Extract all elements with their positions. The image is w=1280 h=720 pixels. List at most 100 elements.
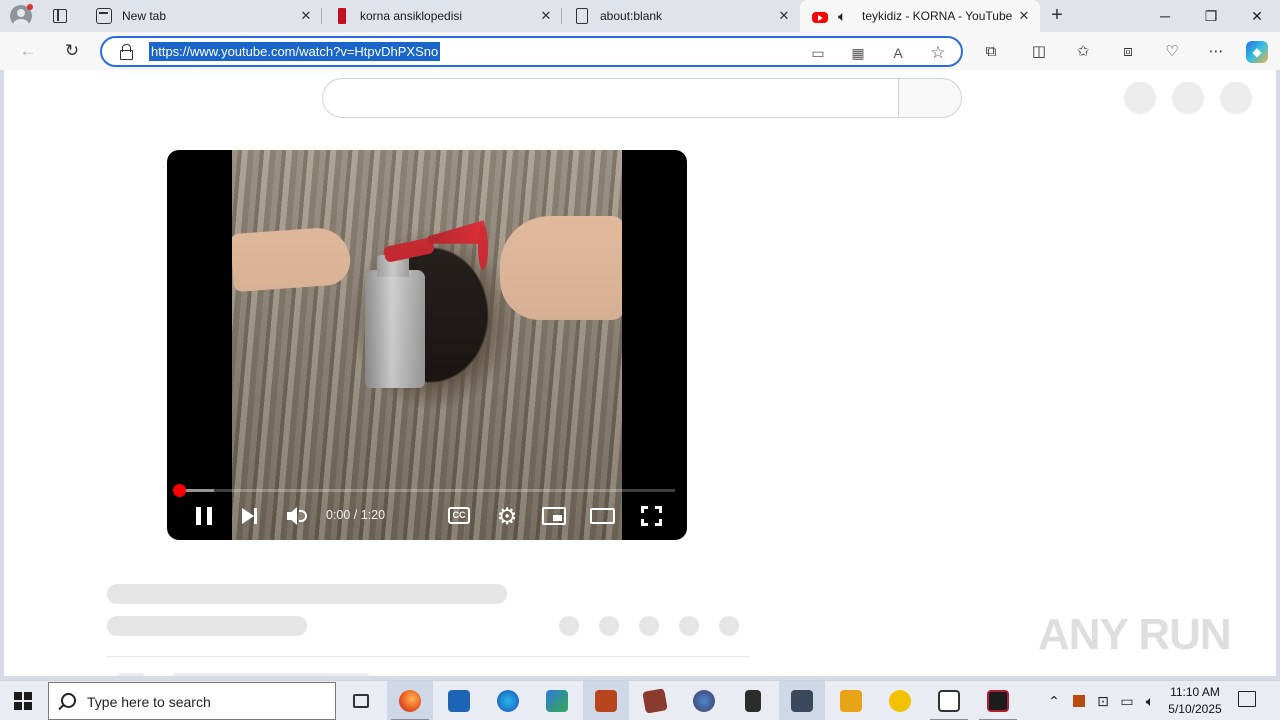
content-divider — [107, 656, 749, 657]
miniplayer-icon[interactable] — [542, 507, 566, 525]
app-available-icon[interactable]: ▭ — [808, 43, 828, 63]
file-explorer-icon[interactable] — [436, 681, 482, 720]
search-button-placeholder[interactable] — [898, 78, 962, 118]
paint-app-icon[interactable] — [681, 681, 727, 720]
blank-page-icon — [576, 8, 588, 24]
tab-title: teykidiz - KORNA - YouTube — [862, 9, 1013, 23]
next-icon[interactable] — [235, 503, 265, 529]
network-icon[interactable]: ▭ — [1117, 691, 1137, 711]
new-tab-button[interactable]: + — [1046, 5, 1068, 27]
url-text[interactable]: https://www.youtube.com/watch?v=HtpvDhPX… — [149, 42, 441, 61]
search-input-placeholder[interactable] — [322, 78, 900, 118]
copilot-icon[interactable]: ◆ — [1246, 41, 1268, 63]
tab-korna-ansiklopedisi[interactable]: korna ansiklopedisi ✕ — [322, 0, 562, 32]
book-app-icon[interactable] — [632, 681, 678, 720]
scrubber-handle[interactable] — [173, 484, 186, 497]
minimize-button[interactable]: ─ — [1142, 0, 1188, 32]
split-screen-icon[interactable]: ◫ — [1028, 41, 1050, 63]
clock-time: 11:10 AM — [1170, 685, 1220, 699]
tray-app-icon[interactable] — [1069, 691, 1089, 711]
tab-title: about:blank — [600, 9, 663, 23]
tab-new-tab[interactable]: New tab ✕ — [84, 0, 322, 32]
notification-dot — [27, 4, 33, 10]
action-skeleton — [679, 616, 699, 636]
tab-youtube-korna[interactable]: 🔈︎ teykidiz - KORNA - YouTube ✕ — [800, 0, 1040, 32]
archive-app-icon[interactable] — [730, 681, 776, 720]
tab-close-icon[interactable]: ✕ — [776, 8, 792, 24]
terminal-app-icon[interactable] — [828, 681, 874, 720]
volume-icon[interactable] — [283, 503, 313, 529]
back-button[interactable]: ← — [16, 39, 40, 63]
browser-essentials-icon[interactable]: ♡ — [1161, 41, 1183, 63]
video-time: 0:00 / 1:20 — [326, 508, 386, 522]
action-skeleton — [599, 616, 619, 636]
fullscreen-icon[interactable] — [639, 503, 669, 529]
browser-toolbar: ← ↻ https://www.youtube.com/watch?v=Htpv… — [0, 32, 1280, 70]
action-skeleton — [559, 616, 579, 636]
tab-title: New tab — [122, 9, 167, 23]
youtube-page: 0:00 / 1:20 CC ⚙ ANY RUN — [4, 70, 1276, 676]
action-skeleton — [639, 616, 659, 636]
notification-center-icon[interactable] — [1238, 691, 1256, 707]
title-skeleton — [107, 584, 507, 604]
video-shading — [232, 150, 622, 540]
restore-button[interactable]: ❐ — [1188, 0, 1234, 32]
taskbar-clock[interactable]: 11:10 AM 5/10/2025 — [1160, 684, 1230, 718]
taskbar-search-placeholder: Type here to search — [87, 694, 211, 710]
header-icon-placeholder[interactable] — [1172, 82, 1204, 114]
windows-start-icon[interactable] — [14, 692, 32, 710]
tab-actions-icon[interactable] — [50, 6, 70, 26]
theater-mode-icon[interactable] — [590, 508, 615, 524]
avatar-placeholder[interactable] — [1220, 82, 1252, 114]
action-skeleton — [719, 616, 739, 636]
tab-close-icon[interactable]: ✕ — [538, 8, 554, 24]
eksi-sozluk-icon — [338, 8, 346, 24]
lock-icon[interactable] — [119, 44, 133, 60]
read-aloud-icon[interactable]: A — [888, 43, 908, 63]
collections-icon[interactable]: ⧈ — [1117, 41, 1139, 63]
comment-skeleton — [117, 673, 145, 676]
favorites-icon[interactable]: ✩ — [1072, 41, 1094, 63]
dark-app-icon[interactable] — [975, 681, 1021, 720]
media-app-icon[interactable] — [583, 681, 629, 720]
pause-icon[interactable] — [191, 503, 221, 529]
x-app-icon[interactable] — [877, 681, 923, 720]
channel-skeleton — [107, 616, 307, 636]
tray-overflow-icon[interactable]: ⌃ — [1044, 691, 1064, 711]
volume-tray-icon[interactable]: 🔈︎ — [1140, 691, 1160, 711]
task-view-icon[interactable] — [338, 681, 384, 720]
new-tab-page-icon — [96, 8, 112, 24]
search-icon — [61, 693, 76, 708]
settings-more-icon[interactable]: ⋯ — [1205, 41, 1227, 63]
tab-about-blank[interactable]: about:blank ✕ — [562, 0, 800, 32]
browser-tab-strip: New tab ✕ korna ansiklopedisi ✕ about:bl… — [0, 0, 1280, 32]
refresh-button[interactable]: ↻ — [60, 39, 84, 63]
clock-date: 5/10/2025 — [1168, 702, 1222, 716]
firefox-icon[interactable] — [485, 681, 531, 720]
speaker-icon[interactable]: 🔈︎ — [838, 8, 854, 24]
taskbar-search-box[interactable]: Type here to search — [48, 682, 336, 720]
header-icon-placeholder[interactable] — [1124, 82, 1156, 114]
youtube-icon — [812, 11, 828, 23]
tab-close-icon[interactable]: ✕ — [1016, 8, 1032, 24]
qr-code-icon[interactable]: ▦ — [848, 43, 868, 63]
close-window-button[interactable]: ✕ — [1234, 0, 1280, 32]
video-player[interactable]: 0:00 / 1:20 CC ⚙ — [167, 150, 687, 540]
monitor-app-icon[interactable] — [779, 681, 825, 720]
address-bar[interactable]: https://www.youtube.com/watch?v=HtpvDhPX… — [100, 36, 963, 67]
windows-taskbar: Type here to search ⌃ ⊡ ▭ 🔈︎ 11:10 AM 5/… — [0, 680, 1280, 720]
extensions-icon[interactable]: ⧉ — [980, 41, 1002, 63]
tab-close-icon[interactable]: ✕ — [298, 8, 314, 24]
settings-gear-icon[interactable]: ⚙ — [492, 503, 522, 529]
anyrun-watermark: ANY RUN — [1038, 610, 1232, 659]
progress-bar[interactable] — [179, 489, 675, 492]
tab-title: korna ansiklopedisi — [360, 9, 463, 23]
comment-skeleton — [172, 673, 370, 676]
edge-taskbar-icon[interactable] — [387, 681, 433, 720]
tray-device-icon[interactable]: ⊡ — [1093, 691, 1113, 711]
command-prompt-icon[interactable] — [926, 681, 972, 720]
favorite-star-icon[interactable]: ☆ — [928, 43, 948, 63]
image-viewer-icon[interactable] — [534, 681, 580, 720]
video-frame[interactable] — [232, 150, 622, 540]
subtitles-icon[interactable]: CC — [448, 507, 470, 524]
